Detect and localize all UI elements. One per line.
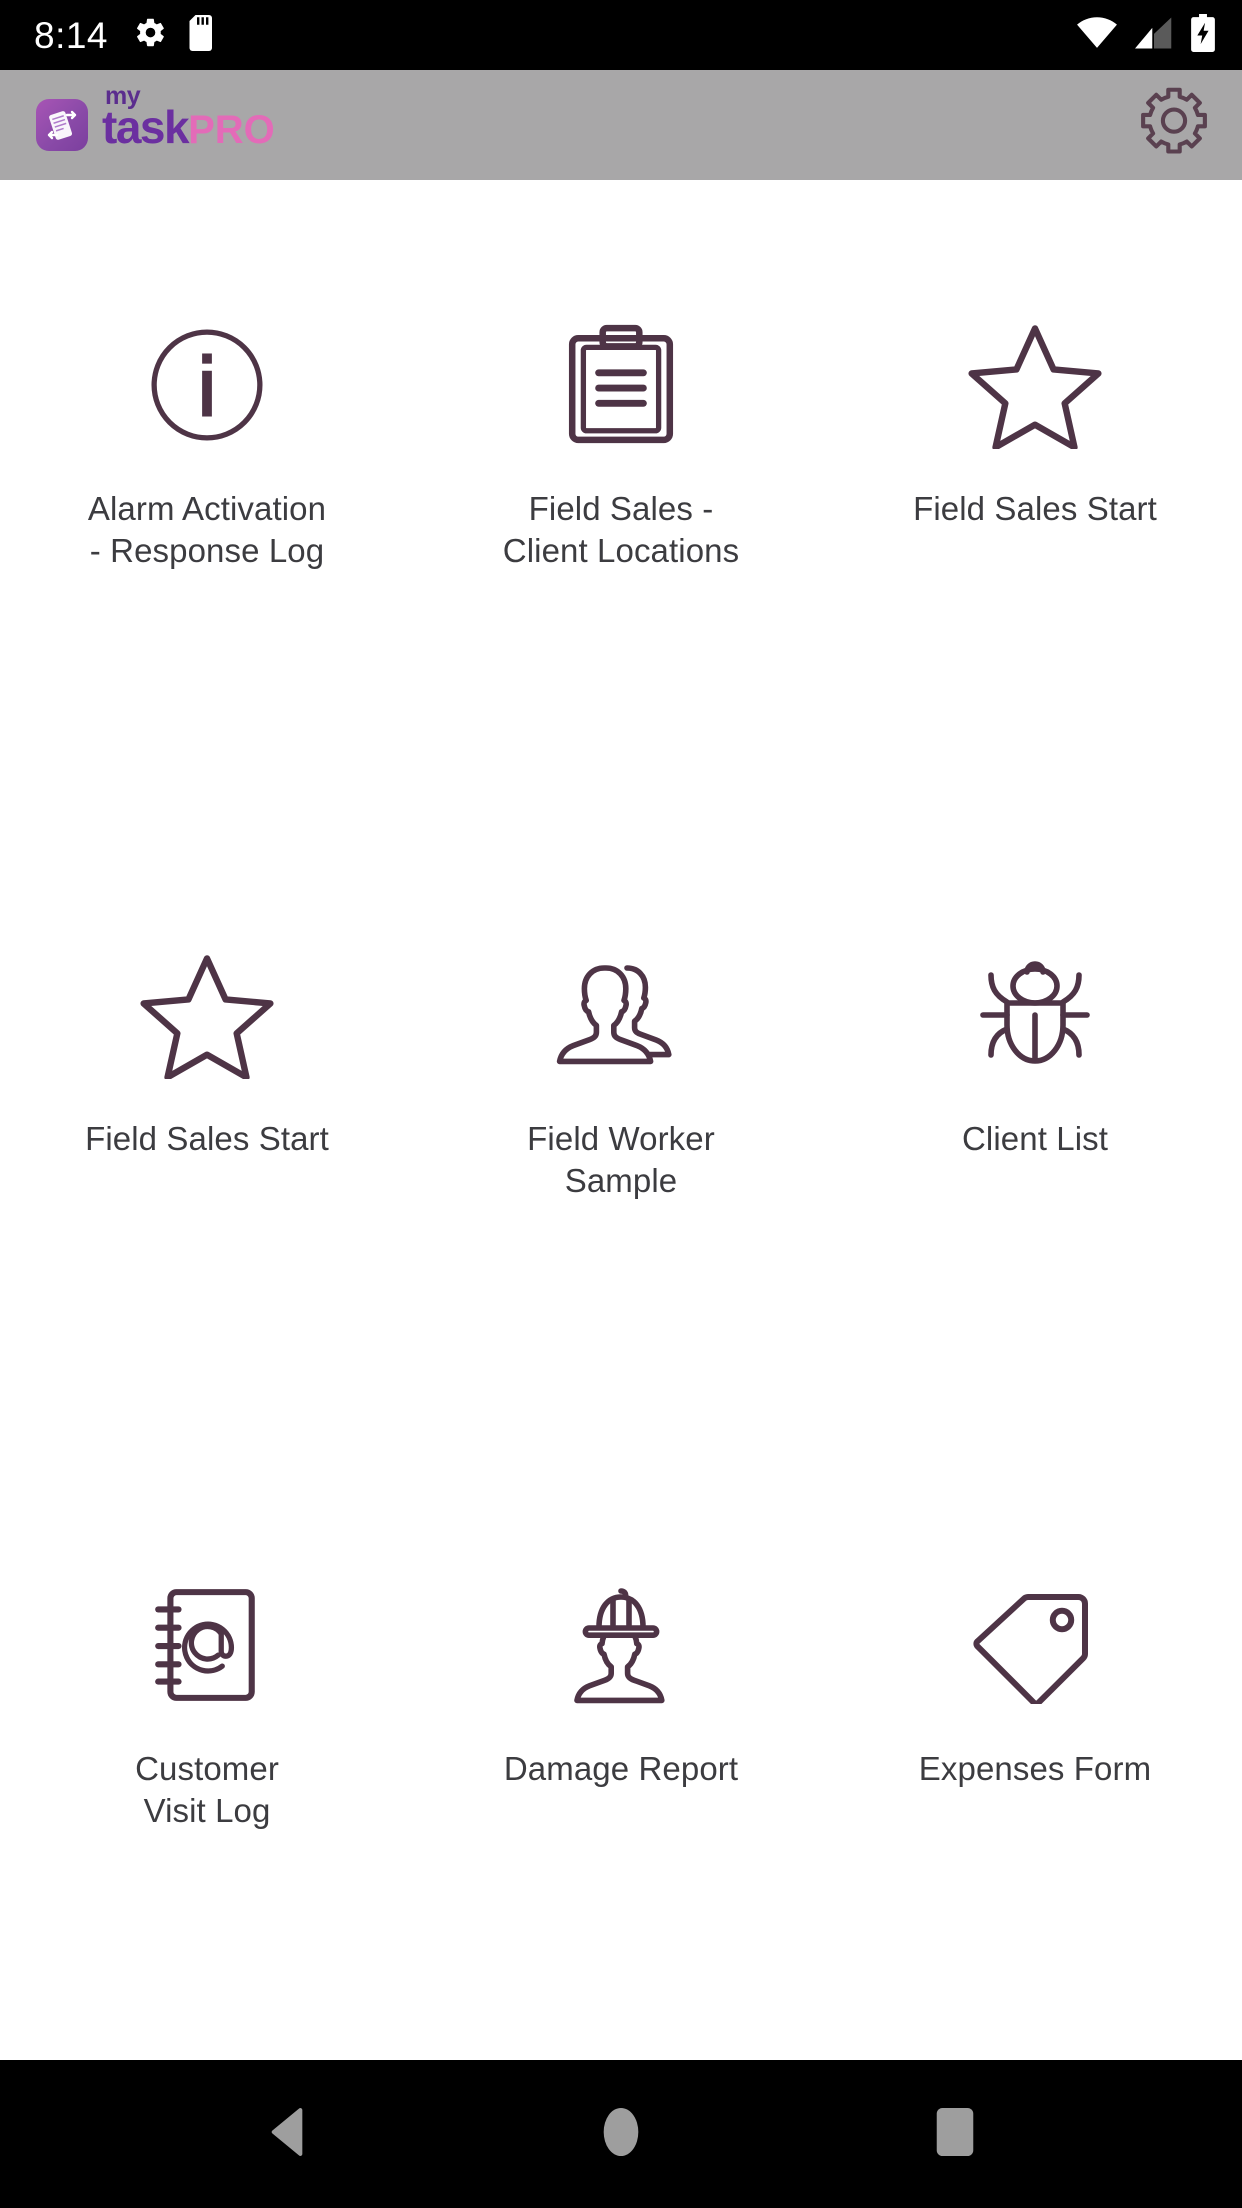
clipboard-icon bbox=[430, 310, 812, 460]
android-nav-bar bbox=[0, 2060, 1242, 2208]
star-icon bbox=[844, 310, 1226, 460]
price-tag-icon bbox=[844, 1570, 1226, 1720]
grid-tile-expenses-form[interactable]: Expenses Form bbox=[828, 1570, 1242, 2060]
grid-tile-field-sales-start-2[interactable]: Field Sales Start bbox=[0, 940, 414, 1430]
grid-tile-field-sales-client-locations[interactable]: Field Sales - Client Locations bbox=[414, 310, 828, 800]
label-line-1: Alarm Activation bbox=[87, 490, 327, 527]
app-grid: Alarm Activation - Response Log Field Sa… bbox=[0, 180, 1242, 2060]
grid-tile-label: Field Sales - Client Locations bbox=[503, 488, 739, 572]
back-nav-button[interactable] bbox=[227, 2084, 347, 2184]
sd-card-icon bbox=[189, 14, 217, 56]
grid-tile-client-list[interactable]: Client List bbox=[828, 940, 1242, 1430]
address-book-icon bbox=[16, 1570, 398, 1720]
wifi-icon bbox=[1076, 16, 1118, 54]
star-icon bbox=[16, 940, 398, 1090]
worker-helmet-icon bbox=[430, 1570, 812, 1720]
home-nav-icon bbox=[601, 2107, 641, 2162]
logo-my-text: my bbox=[105, 82, 141, 110]
label-line-1: Customer bbox=[135, 1750, 279, 1787]
app-logo-text: my taskPRO bbox=[102, 84, 275, 152]
recents-nav-icon bbox=[935, 2107, 975, 2162]
status-right-icons bbox=[1076, 13, 1216, 57]
grid-tile-label: Customer Visit Log bbox=[135, 1748, 279, 1832]
label-line-2: Sample bbox=[564, 1162, 678, 1200]
app-logo-mark-icon bbox=[36, 99, 88, 151]
grid-tile-label: Client List bbox=[962, 1120, 1108, 1157]
grid-tile-alarm-activation-response-log[interactable]: Alarm Activation - Response Log bbox=[0, 310, 414, 800]
grid-tile-field-worker-sample[interactable]: Field Worker Sample bbox=[414, 940, 828, 1430]
grid-tile-label: Field Sales Start bbox=[913, 490, 1157, 527]
gear-icon bbox=[134, 16, 167, 54]
grid-tile-label: Alarm Activation - Response Log bbox=[88, 488, 326, 572]
grid-tile-customer-visit-log[interactable]: Customer Visit Log bbox=[0, 1570, 414, 2060]
battery-charging-icon bbox=[1190, 13, 1216, 57]
grid-tile-field-sales-start-1[interactable]: Field Sales Start bbox=[828, 310, 1242, 800]
users-icon bbox=[430, 940, 812, 1090]
back-nav-icon bbox=[264, 2107, 310, 2162]
status-left-icons bbox=[134, 14, 217, 56]
label-line-2: - Response Log bbox=[89, 532, 325, 570]
app-header: my taskPRO bbox=[0, 70, 1242, 180]
label-line-2: Visit Log bbox=[143, 1792, 271, 1830]
settings-button[interactable] bbox=[1134, 85, 1214, 165]
label-line-1: Field Sales - bbox=[528, 490, 714, 527]
cellular-signal-icon bbox=[1135, 16, 1173, 54]
app-logo[interactable]: my taskPRO bbox=[36, 84, 275, 152]
grid-tile-damage-report[interactable]: Damage Report bbox=[414, 1570, 828, 2060]
label-line-2: Client Locations bbox=[502, 532, 740, 570]
grid-tile-label: Field Sales Start bbox=[85, 1120, 329, 1157]
gear-icon bbox=[1136, 85, 1212, 166]
status-bar: 8:14 bbox=[0, 0, 1242, 70]
status-clock: 8:14 bbox=[34, 14, 109, 56]
info-circle-icon bbox=[16, 310, 398, 460]
grid-tile-label: Expenses Form bbox=[918, 1750, 1152, 1787]
bug-icon bbox=[844, 940, 1226, 1090]
grid-tile-label: Damage Report bbox=[503, 1750, 739, 1787]
recents-nav-button[interactable] bbox=[895, 2084, 1015, 2184]
phone-screen: 8:14 my taskPRO Alarm Activation - Respo… bbox=[0, 0, 1242, 2208]
label-line-1: Field Worker bbox=[527, 1120, 715, 1157]
home-nav-button[interactable] bbox=[561, 2084, 681, 2184]
grid-tile-label: Field Worker Sample bbox=[527, 1118, 715, 1202]
logo-pro-text: PRO bbox=[188, 108, 275, 152]
